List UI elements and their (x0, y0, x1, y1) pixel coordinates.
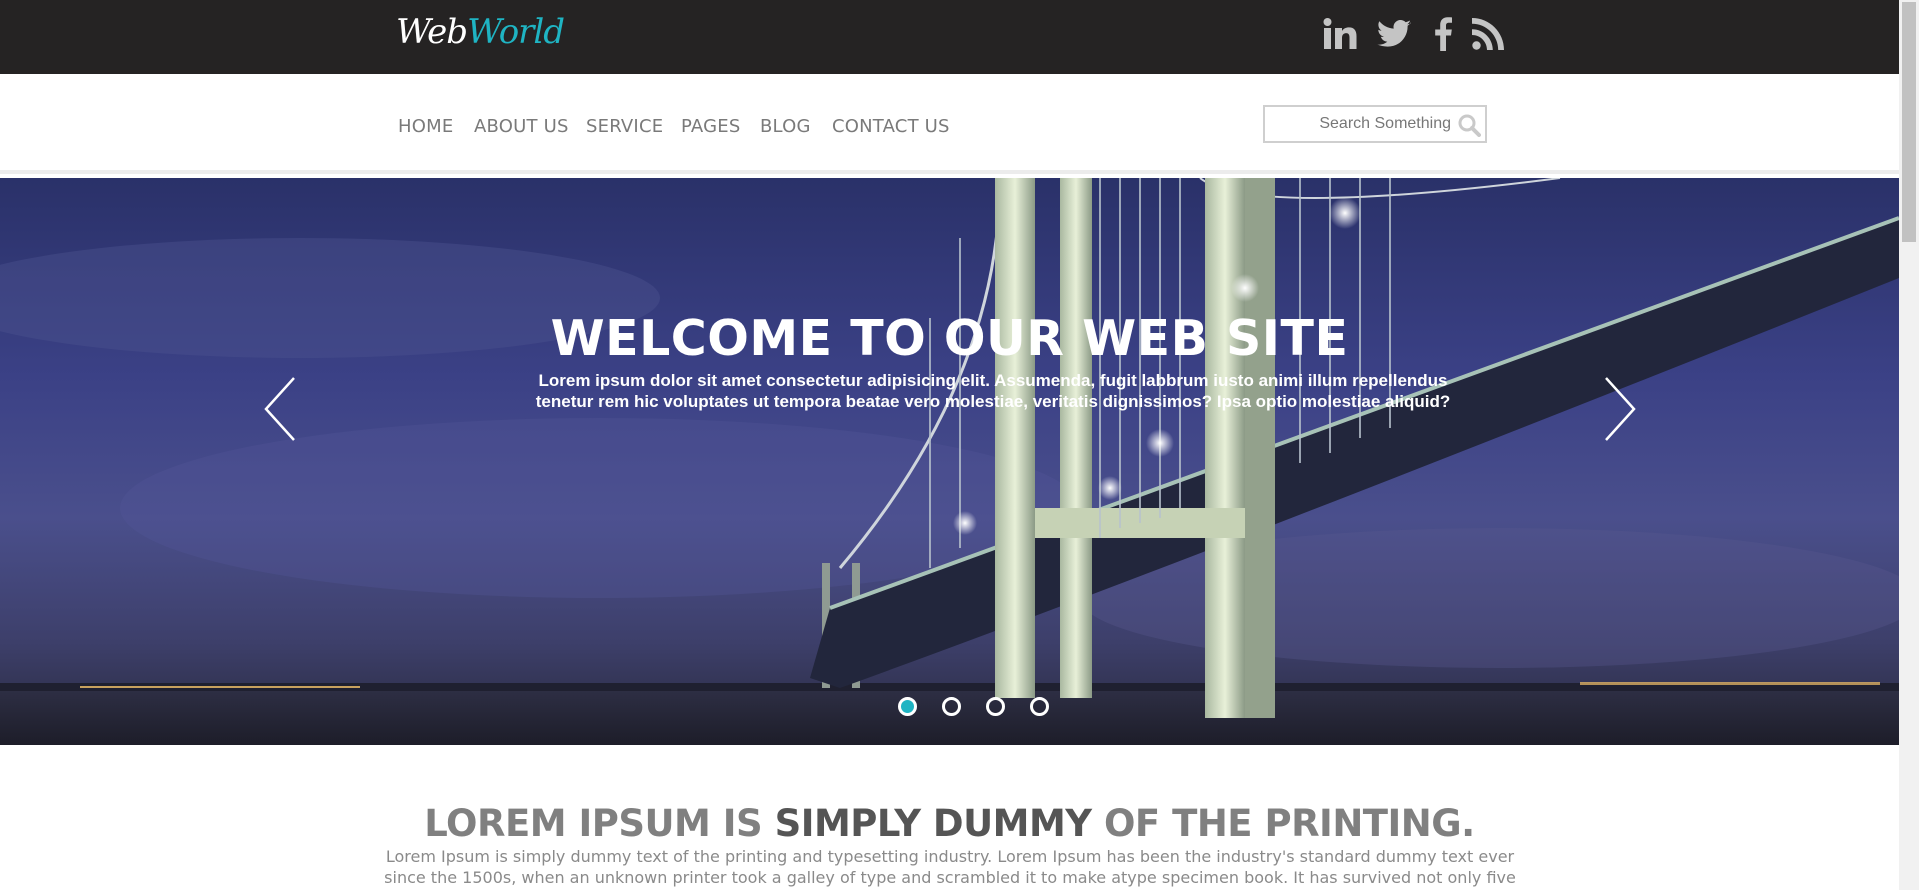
slider-dot-1[interactable] (898, 697, 917, 716)
page-scrollbar[interactable] (1899, 0, 1919, 890)
nav-item-home[interactable]: HOME (398, 116, 453, 137)
top-bar: WebWorld (0, 0, 1899, 74)
nav-item-service[interactable]: SERVICE (586, 116, 663, 137)
nav-item-pages[interactable]: PAGES (681, 116, 740, 137)
slider-dot-2[interactable] (942, 697, 961, 716)
nav-item-blog[interactable]: BLOG (760, 116, 811, 137)
page: WebWorld HOME ABOUT US SERVICE PAGES BLO… (0, 0, 1899, 890)
linkedin-icon[interactable] (1320, 14, 1360, 54)
logo[interactable]: WebWorld (396, 10, 565, 54)
nav-item-about-us[interactable]: ABOUT US (474, 116, 569, 137)
slider-prev-arrow[interactable] (262, 374, 302, 444)
twitter-icon[interactable] (1374, 14, 1414, 54)
rss-icon[interactable] (1468, 14, 1508, 54)
hero-background-image (0, 178, 1899, 745)
logo-part-world: World (467, 12, 565, 52)
facebook-icon[interactable] (1428, 14, 1458, 54)
nav-item-contact-us[interactable]: CONTACT US (832, 116, 950, 137)
hero-text: Lorem ipsum dolor sit amet consectetur a… (535, 371, 1451, 411)
search-input[interactable] (1273, 111, 1451, 137)
main-nav: HOME ABOUT US SERVICE PAGES BLOG CONTACT… (0, 74, 1899, 174)
scrollbar-thumb[interactable] (1902, 2, 1916, 242)
intro-heading-part3: OF THE PRINTING. (1091, 802, 1475, 845)
intro-heading: LOREM IPSUM IS SIMPLY DUMMY OF THE PRINT… (0, 802, 1899, 845)
intro-heading-part2: SIMPLY DUMMY (774, 802, 1093, 845)
slider-dot-4[interactable] (1030, 697, 1049, 716)
slider-next-arrow[interactable] (1598, 374, 1638, 444)
search-icon[interactable] (1457, 113, 1481, 137)
intro-text: Lorem Ipsum is simply dummy text of the … (384, 847, 1516, 890)
search-box (1263, 105, 1487, 143)
intro-heading-part1: LOREM IPSUM IS (424, 802, 775, 845)
hero-slider: WELCOME TO OUR WEB SITE Lorem ipsum dolo… (0, 178, 1899, 745)
logo-part-web: Web (396, 12, 468, 52)
hero-title: WELCOME TO OUR WEB SITE (550, 310, 1349, 367)
slider-dot-3[interactable] (986, 697, 1005, 716)
